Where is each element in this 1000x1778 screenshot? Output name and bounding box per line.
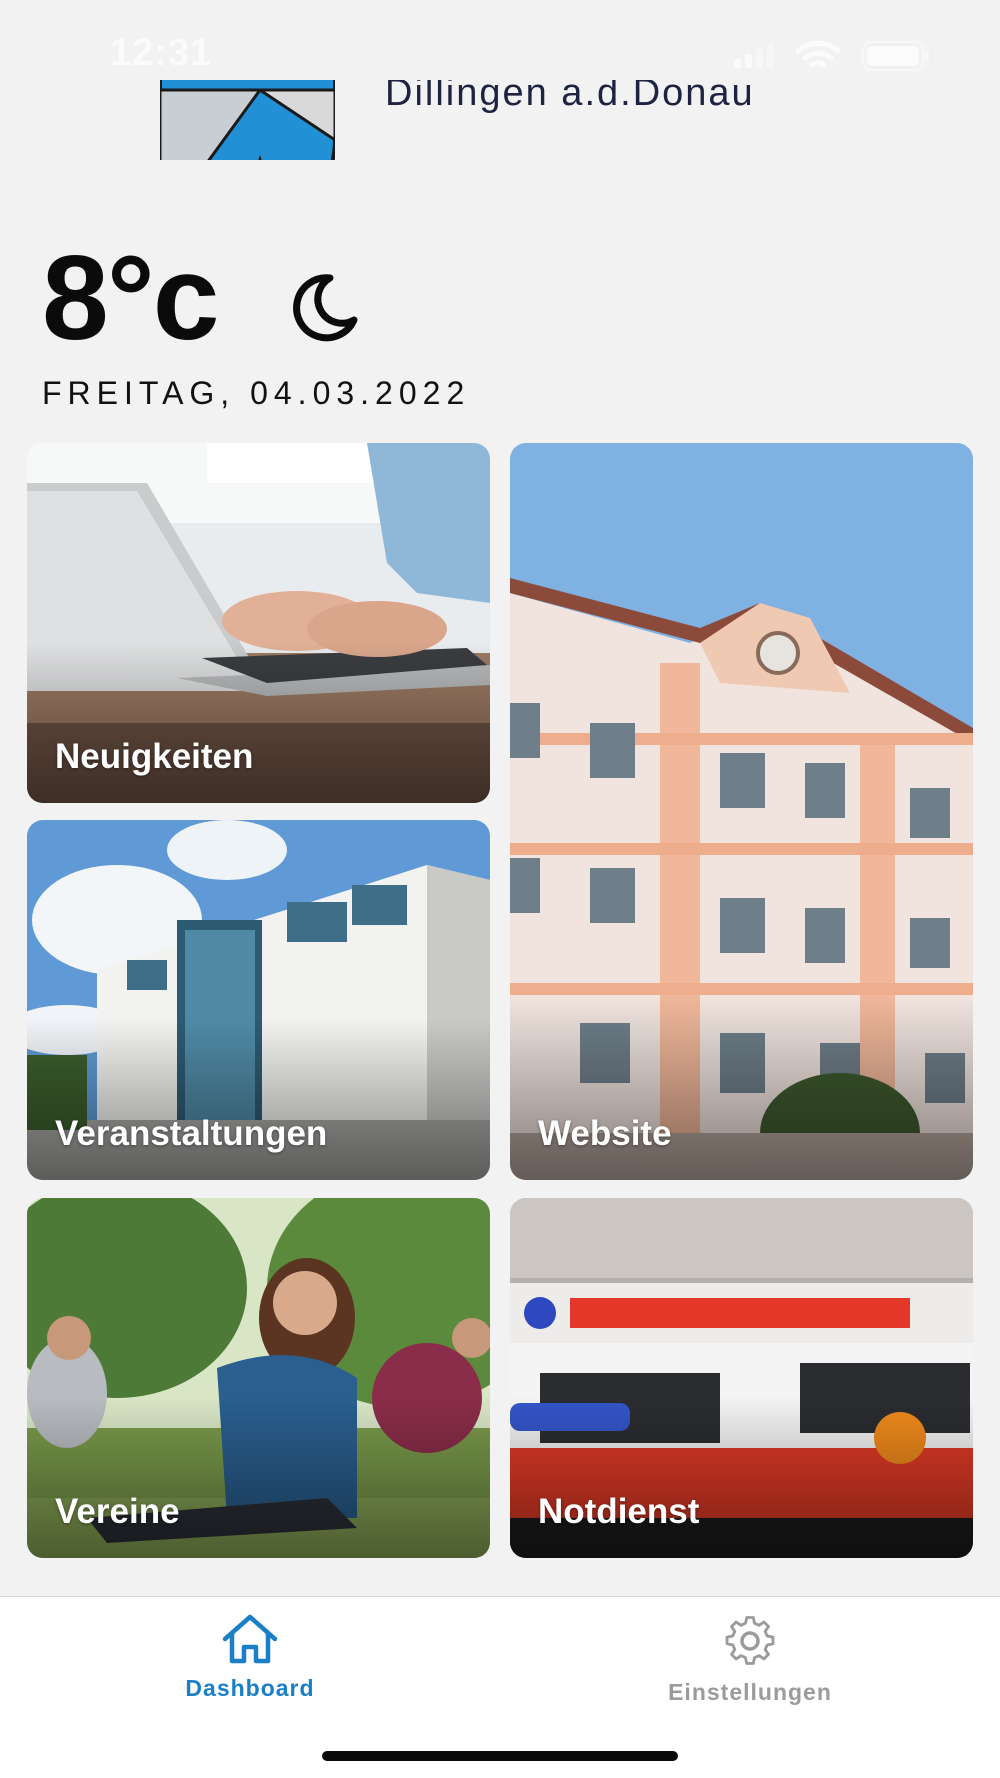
tab-settings[interactable]: Einstellungen [620,1613,880,1706]
tile-website[interactable]: Website [510,443,973,1180]
tab-dashboard[interactable]: Dashboard [120,1613,380,1702]
tile-website-label: Website [538,1114,672,1153]
weather-temperature: 8°c [42,231,219,365]
tile-news-label: Neuigkeiten [55,737,254,776]
city-crest-logo [160,80,335,160]
tile-shade [27,1018,490,1180]
weather-date: FREITAG, 04.03.2022 [42,375,471,411]
tile-events-label: Veranstaltungen [55,1114,328,1153]
tile-events[interactable]: Veranstaltungen [27,820,490,1180]
tile-shade [27,1396,490,1558]
tile-emergency-label: Notdienst [538,1492,700,1531]
battery-icon [862,41,930,71]
tab-settings-label: Einstellungen [668,1679,832,1705]
status-icons [734,40,930,72]
wifi-icon [796,40,840,72]
tile-news[interactable]: Neuigkeiten [27,443,490,803]
app-header: Dillingen a.d.Donau [0,80,1000,160]
gear-icon [725,1616,775,1665]
tile-clubs[interactable]: Vereine [27,1198,490,1558]
cellular-signal-icon [734,44,774,68]
tab-dashboard-label: Dashboard [185,1675,315,1701]
tile-shade [510,1396,973,1558]
moon-icon [293,274,358,342]
city-name: Dillingen a.d.Donau [385,80,755,114]
tile-clubs-label: Vereine [55,1492,180,1531]
home-indicator[interactable] [322,1751,678,1761]
tile-emergency[interactable]: Notdienst [510,1198,973,1558]
status-time: 12:31 [110,32,213,74]
home-icon [222,1614,278,1664]
tile-shade [27,641,490,803]
